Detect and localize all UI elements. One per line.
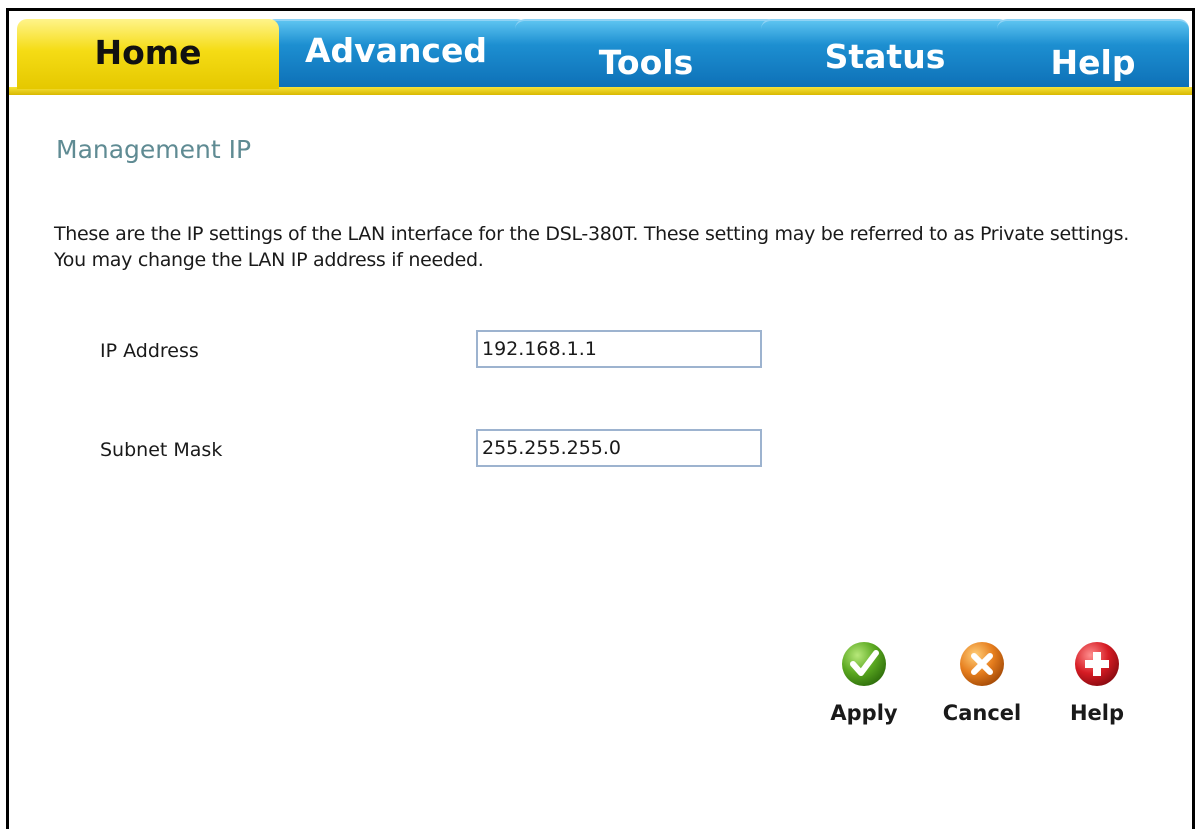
tab-status[interactable]: Status (761, 19, 1009, 89)
tab-home[interactable]: Home (17, 19, 279, 89)
tab-advanced-label: Advanced (305, 31, 487, 70)
ip-address-label: IP Address (100, 340, 199, 362)
tab-help[interactable]: Help (997, 19, 1189, 89)
help-button[interactable]: Help (1052, 641, 1142, 725)
page-description: These are the IP settings of the LAN int… (54, 223, 1129, 271)
page-title: Management IP (56, 135, 252, 164)
tab-advanced[interactable]: Advanced (265, 19, 527, 89)
plus-icon (1075, 642, 1119, 686)
help-label: Help (1069, 701, 1125, 725)
apply-button[interactable]: Apply (819, 641, 909, 725)
subnet-mask-label: Subnet Mask (100, 439, 223, 461)
apply-label: Apply (830, 701, 898, 725)
tab-tools[interactable]: Tools (515, 19, 777, 89)
cancel-label: Cancel (942, 701, 1022, 725)
ip-address-input[interactable] (476, 330, 762, 368)
x-icon (960, 642, 1004, 686)
main-tab-bar: Advanced Tools Status Help Home (9, 11, 1192, 95)
subnet-mask-input[interactable] (476, 429, 762, 467)
router-config-frame: Advanced Tools Status Help Home Manageme… (6, 8, 1195, 829)
tab-tools-label: Tools (598, 43, 694, 82)
tab-home-label: Home (94, 33, 202, 72)
check-icon (842, 642, 886, 686)
cancel-button[interactable]: Cancel (937, 641, 1027, 725)
tab-help-label: Help (1050, 43, 1136, 82)
tab-status-label: Status (824, 37, 946, 76)
